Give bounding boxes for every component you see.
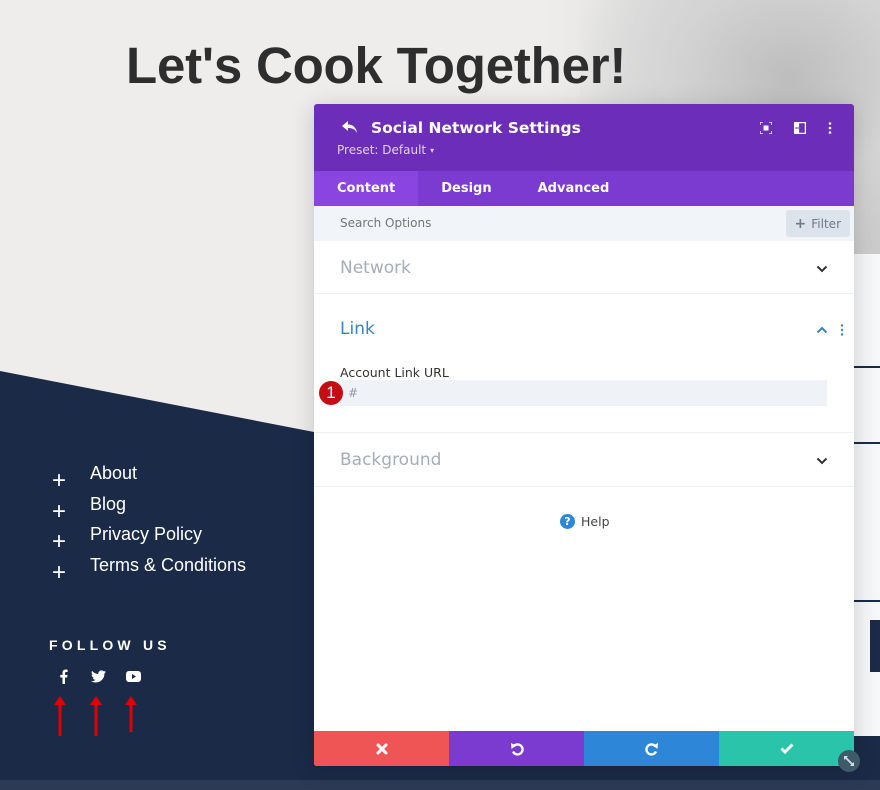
- redo-icon: [644, 742, 658, 756]
- section-title: Background: [340, 450, 442, 470]
- search-options-input[interactable]: [340, 206, 740, 241]
- twitter-icon[interactable]: [90, 668, 106, 684]
- modal-header: Social Network Settings Preset: Default …: [314, 104, 854, 171]
- footer-links: + About + Blog + Privacy Policy + Terms …: [52, 460, 247, 587]
- account-link-url-input[interactable]: [340, 380, 827, 406]
- section-background[interactable]: Background: [314, 433, 854, 487]
- preset-label: Preset: Default: [337, 143, 427, 157]
- action-bar: [314, 731, 854, 766]
- discard-button[interactable]: [314, 731, 449, 766]
- footer-link-blog[interactable]: + Blog: [52, 491, 246, 525]
- background-block: [870, 620, 880, 672]
- back-icon[interactable]: [340, 119, 360, 137]
- chevron-down-icon[interactable]: [816, 265, 828, 273]
- section-title[interactable]: Link: [340, 319, 375, 339]
- footer-link-label: Privacy Policy: [90, 524, 203, 545]
- facebook-icon[interactable]: [55, 668, 71, 684]
- filter-label: Filter: [811, 216, 841, 231]
- more-options-icon[interactable]: [822, 120, 838, 136]
- section-title: Network: [340, 258, 411, 278]
- footer-link-label: Terms & Conditions: [90, 555, 247, 576]
- undo-icon: [510, 742, 524, 756]
- follow-us-heading: FOLLOW US: [49, 637, 171, 653]
- plus-icon: +: [52, 528, 67, 556]
- plus-icon: +: [52, 559, 67, 587]
- section-options-icon[interactable]: [840, 324, 844, 336]
- tab-content[interactable]: Content: [314, 171, 419, 206]
- account-link-url-label: Account Link URL: [340, 365, 449, 380]
- caret-down-icon: ▾: [430, 145, 435, 155]
- close-icon: [376, 743, 387, 754]
- resize-icon: [844, 756, 854, 766]
- focus-icon[interactable]: [758, 120, 774, 136]
- modal-tabs: Content Design Advanced: [314, 171, 854, 206]
- tab-advanced[interactable]: Advanced: [515, 171, 633, 206]
- tab-design[interactable]: Design: [418, 171, 514, 206]
- chevron-up-icon[interactable]: [816, 326, 828, 334]
- footer-link-terms[interactable]: + Terms & Conditions: [52, 552, 247, 587]
- help-icon: ?: [560, 514, 575, 529]
- red-arrow-icon: [125, 696, 137, 732]
- footer-link-privacy-policy[interactable]: + Privacy Policy: [52, 521, 246, 556]
- check-icon: [779, 743, 794, 754]
- footer-link-label: About: [90, 463, 138, 483]
- modal-title: Social Network Settings: [371, 119, 581, 137]
- section-link: Link Account Link URL 1: [314, 294, 854, 433]
- undo-button[interactable]: [449, 731, 584, 766]
- filter-button[interactable]: + Filter: [785, 210, 850, 237]
- resize-handle[interactable]: [838, 750, 860, 772]
- chevron-down-icon[interactable]: [816, 457, 828, 465]
- settings-modal: Social Network Settings Preset: Default …: [314, 104, 854, 766]
- help-link[interactable]: ? Help: [560, 514, 610, 529]
- plus-icon: +: [52, 467, 67, 494]
- redo-button[interactable]: [584, 731, 719, 766]
- footer-link-label: Blog: [90, 493, 127, 514]
- section-network[interactable]: Network: [314, 241, 854, 294]
- preset-dropdown[interactable]: Preset: Default ▾: [337, 143, 434, 157]
- red-arrow-icon: [90, 696, 102, 736]
- search-row: + Filter: [314, 206, 854, 241]
- step-badge: 1: [319, 381, 343, 405]
- footer-link-about[interactable]: + About: [52, 460, 246, 494]
- youtube-icon[interactable]: [125, 668, 141, 684]
- split-view-icon[interactable]: [792, 120, 808, 136]
- red-arrow-icon: [54, 696, 66, 736]
- social-icons: [55, 668, 141, 684]
- plus-icon: +: [52, 497, 67, 525]
- plus-icon: +: [794, 215, 807, 232]
- page-bottom-bar: [0, 780, 880, 790]
- save-button[interactable]: [719, 731, 854, 766]
- help-label: Help: [581, 514, 610, 529]
